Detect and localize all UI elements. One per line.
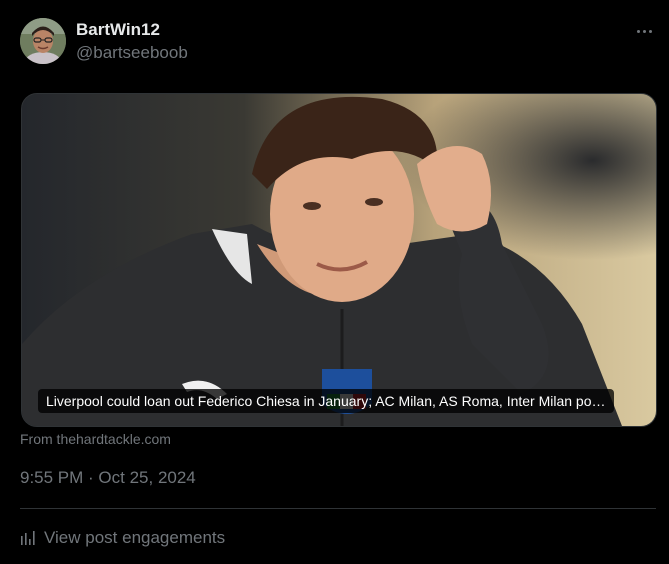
ellipsis-icon bbox=[636, 29, 640, 33]
player-photo bbox=[22, 94, 656, 426]
author-display-name[interactable]: BartWin12 bbox=[76, 20, 160, 40]
user-avatar[interactable] bbox=[20, 18, 66, 64]
view-post-engagements-button[interactable]: View post engagements bbox=[20, 527, 225, 549]
link-source[interactable]: From thehardtackle.com bbox=[20, 431, 171, 447]
post-timestamp[interactable]: 9:55 PM · Oct 25, 2024 bbox=[20, 468, 196, 488]
link-card-title: Liverpool could loan out Federico Chiesa… bbox=[38, 389, 614, 413]
divider bbox=[20, 508, 656, 509]
more-options-button[interactable] bbox=[630, 20, 658, 42]
engagements-label: View post engagements bbox=[44, 528, 226, 547]
link-preview-card[interactable]: Liverpool could loan out Federico Chiesa… bbox=[21, 93, 657, 427]
avatar-image bbox=[20, 18, 66, 64]
post: BartWin12 @bartseeboob Liverpool could l… bbox=[0, 0, 669, 564]
ellipsis-icon bbox=[648, 29, 652, 33]
author-handle[interactable]: @bartseeboob bbox=[76, 43, 188, 63]
ellipsis-icon bbox=[642, 29, 646, 33]
bar-chart-icon bbox=[21, 531, 35, 545]
